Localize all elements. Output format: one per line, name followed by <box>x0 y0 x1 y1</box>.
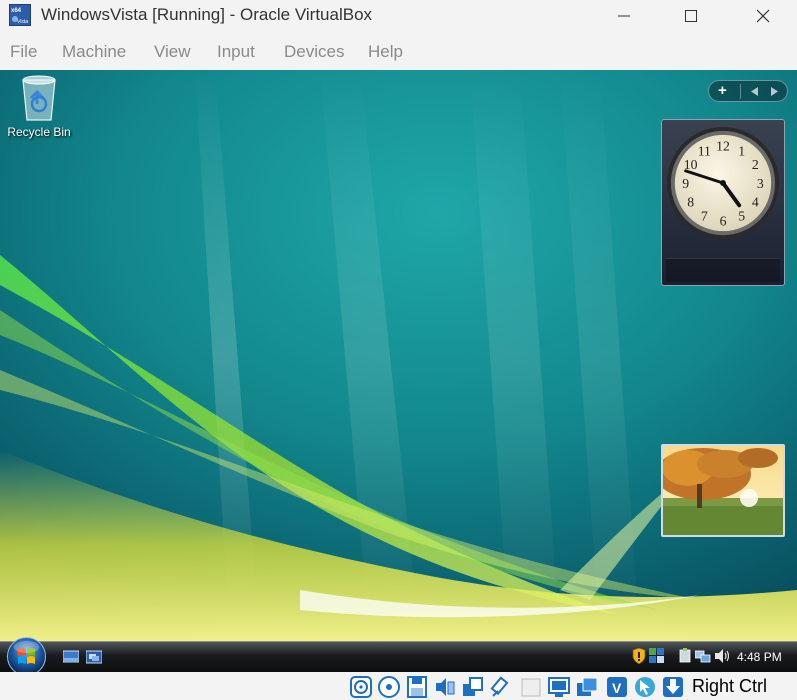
slideshow-gadget[interactable] <box>661 444 785 537</box>
taskbar: 4:48 PM <box>0 637 797 672</box>
menu-machine[interactable]: Machine <box>62 42 126 62</box>
virtualbox-window: x64 Vista WindowsVista [Running] - Oracl… <box>0 0 797 700</box>
app-icon-text-bottom: Vista <box>17 19 28 25</box>
safely-remove-icon[interactable] <box>678 648 692 664</box>
right-arrow-icon[interactable] <box>771 87 779 96</box>
menu-devices[interactable]: Devices <box>284 42 344 62</box>
vt-x-icon[interactable]: V <box>606 676 628 698</box>
clock-gadget[interactable]: 12 1 2 3 4 5 6 7 8 9 10 11 <box>661 119 785 286</box>
desktop-icon-recycle-bin[interactable]: Recycle Bin <box>6 72 72 142</box>
maximize-button[interactable] <box>668 0 714 31</box>
network-adapters-icon[interactable] <box>462 676 484 698</box>
windows-start-orb[interactable] <box>6 636 47 672</box>
svg-text:V: V <box>612 680 622 696</box>
hard-disk-icon[interactable] <box>350 676 372 698</box>
clock-numeral: 5 <box>738 208 745 223</box>
menu-view[interactable]: View <box>154 42 191 62</box>
minimize-button[interactable] <box>601 0 647 31</box>
security-shield-icon[interactable] <box>632 648 646 664</box>
clock-numeral: 2 <box>752 157 759 172</box>
clock-numeral: 12 <box>716 139 730 154</box>
usb-icon[interactable] <box>490 676 512 698</box>
mouse-integration-icon[interactable] <box>634 676 656 698</box>
taskbar-clock[interactable]: 4:48 PM <box>737 650 782 664</box>
close-icon <box>756 9 770 22</box>
close-button[interactable] <box>740 0 786 31</box>
switch-windows-icon[interactable] <box>86 650 102 664</box>
clock-numeral: 8 <box>687 195 694 210</box>
audio-icon[interactable] <box>434 676 456 698</box>
sidebar-add-button[interactable]: + <box>718 82 727 99</box>
menu-bar: File Machine View Input Devices Help <box>0 31 797 70</box>
recycle-bin-icon <box>22 75 56 121</box>
clock-gadget-base <box>666 258 780 282</box>
minimize-icon <box>618 15 630 16</box>
floppy-icon[interactable] <box>406 676 428 698</box>
display-icon[interactable] <box>548 676 570 698</box>
analog-clock: 12 1234567891011 <box>666 126 780 240</box>
shared-folders-icon[interactable] <box>520 676 542 698</box>
app-icon-text-top: x64 <box>11 8 22 14</box>
menu-file[interactable]: File <box>10 42 37 62</box>
clock-numeral: 3 <box>757 176 764 191</box>
recycle-bin-label: Recycle Bin <box>7 125 71 139</box>
left-arrow-icon[interactable] <box>751 87 759 96</box>
keyboard-capture-icon[interactable] <box>662 676 684 698</box>
clock-numeral: 1 <box>738 144 745 159</box>
menu-input[interactable]: Input <box>217 42 255 62</box>
clock-numeral: 11 <box>698 144 711 159</box>
maximize-icon <box>685 9 697 22</box>
window-title: WindowsVista [Running] - Oracle VirtualB… <box>41 5 373 24</box>
recording-icon[interactable] <box>576 676 598 698</box>
autumn-tree-photo <box>663 446 783 535</box>
clock-numeral: 9 <box>682 176 689 191</box>
clock-numeral: 4 <box>752 195 759 210</box>
clock-numeral: 6 <box>720 213 727 228</box>
optical-drive-icon[interactable] <box>378 676 400 698</box>
title-bar: x64 Vista WindowsVista [Running] - Oracl… <box>0 0 797 31</box>
vbox-status-bar: V Right Ctrl <box>0 672 797 700</box>
host-key-label[interactable]: Right Ctrl <box>692 676 767 697</box>
sidebar-controls: + <box>708 80 788 102</box>
network-icon[interactable] <box>695 648 711 664</box>
volume-icon[interactable] <box>714 648 730 664</box>
menu-help[interactable]: Help <box>368 42 403 62</box>
guest-display[interactable]: Recycle Bin + 121234567891011 <box>0 70 797 672</box>
vbox-vm-icon: x64 Vista <box>9 4 31 26</box>
windows-sidebar-icon[interactable] <box>649 648 665 664</box>
clock-numeral: 7 <box>701 208 708 223</box>
show-desktop-icon[interactable] <box>63 650 79 664</box>
